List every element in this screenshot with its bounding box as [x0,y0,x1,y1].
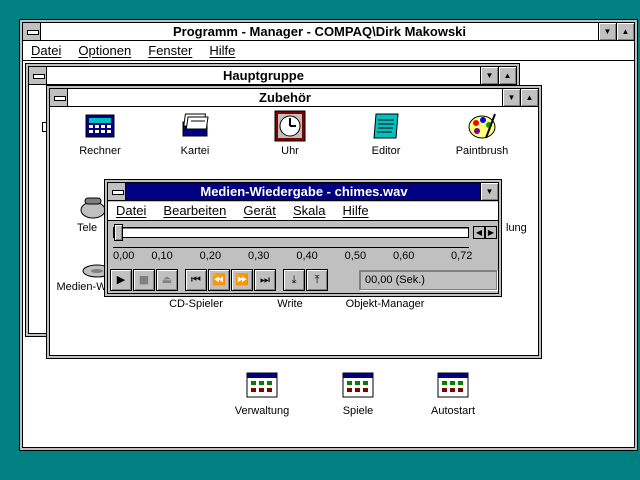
menu-geraet[interactable]: Gerät [235,202,282,218]
scale-tick-label: 0,60 [393,250,415,262]
mark-out-button[interactable]: ⤒ [306,269,328,291]
clock-icon [274,110,306,142]
maximize-button[interactable]: ▲ [520,89,538,106]
media-player-menubar: Datei Bearbeiten Gerät Skala Hilfe [108,202,498,221]
minimize-button[interactable]: ▼ [502,89,520,106]
media-player-window: Medien-Wiedergabe - chimes.wav ▼ Datei B… [104,179,502,297]
scroll-left-button[interactable]: ◀ [473,226,485,239]
program-label: CD-Spieler [169,298,223,310]
group-label: Verwaltung [234,405,290,417]
program-label: Objekt-Manager [345,298,425,310]
system-menu-button[interactable] [29,67,47,84]
menu-fenster[interactable]: Fenster [140,42,198,58]
fast-forward-button[interactable]: ⏩ [231,269,253,291]
program-sound-recorder[interactable]: lung [506,222,527,234]
program-label: Editor [371,145,401,157]
program-paintbrush[interactable]: Paintbrush [427,110,537,157]
program-group-icon [437,370,469,402]
hauptgruppe-titlebar[interactable]: Hauptgruppe ▼ ▲ [29,67,516,85]
status-display: 00,00 (Sek.) [359,270,497,290]
play-button[interactable]: ▶ [110,269,132,291]
system-menu-button[interactable] [50,89,68,106]
scroll-right-button[interactable]: ▶ [485,226,497,239]
eject-button[interactable]: ⏏ [156,269,178,291]
maximize-button[interactable]: ▲ [616,23,634,40]
program-manager-menubar: Datei Optionen Fenster Hilfe [23,42,634,61]
program-group-icon [246,370,278,402]
program-uhr[interactable]: Uhr [235,110,345,157]
group-label: Autostart [430,405,476,417]
menu-datei[interactable]: Datei [108,202,152,218]
program-label: lung [506,222,527,234]
menu-skala[interactable]: Skala [285,202,332,218]
time-scale: 0,00 0,10 0,20 0,30 0,40 0,50 0,60 0,72 [105,250,503,264]
menu-hilfe[interactable]: Hilfe [201,42,241,58]
mark-in-button[interactable]: ⤓ [283,269,305,291]
scale-tick-marks [113,243,469,248]
minimize-button[interactable]: ▼ [480,67,498,84]
prev-mark-button[interactable]: ⏮ [185,269,207,291]
scale-tick-label: 0,20 [199,250,222,262]
program-label: Uhr [281,145,299,157]
menu-hilfe[interactable]: Hilfe [335,202,375,218]
scale-tick-label: 0,30 [248,250,270,262]
scale-tick-label: 0,40 [296,250,318,262]
minimize-button[interactable]: ▼ [598,23,616,40]
window-title: Hauptgruppe [223,68,304,83]
menu-optionen[interactable]: Optionen [70,42,137,58]
program-label: Paintbrush [455,145,509,157]
scale-tick-label: 0,50 [344,250,367,262]
window-title: Medien-Wiedergabe - chimes.wav [200,184,408,199]
program-label: Tele [77,222,98,234]
minimize-button[interactable]: ▼ [480,183,498,200]
system-menu-button[interactable] [23,23,41,40]
program-rechner[interactable]: Rechner [45,110,155,157]
transport-controls: ▶ ■ ⏏ ⏮ ⏪ ⏩ ⏭ ⤓ ⤒ 00,00 (Sek.) [110,268,498,294]
group-spiele[interactable]: Spiele [303,370,413,417]
rewind-button[interactable]: ⏪ [208,269,230,291]
status-text: 00,00 (Sek.) [365,274,425,286]
paintbrush-icon [466,110,498,142]
group-autostart[interactable]: Autostart [398,370,508,417]
program-label: Kartei [180,145,210,157]
program-manager-titlebar[interactable]: Programm - Manager - COMPAQ\Dirk Makowsk… [23,23,634,41]
group-verwaltung[interactable]: Verwaltung [207,370,317,417]
notepad-icon [370,110,402,142]
program-label: Rechner [79,145,121,157]
position-trackbar[interactable] [113,224,469,241]
scale-tick-label: 0,10 [151,250,173,262]
next-mark-button[interactable]: ⏭ [254,269,276,291]
window-title: Programm - Manager - COMPAQ\Dirk Makowsk… [172,24,467,39]
calculator-icon [84,110,116,142]
program-write[interactable]: Write [235,298,345,310]
scale-tick-label: 0,72 [451,250,473,262]
system-menu-button[interactable] [108,183,126,200]
program-group-icon [342,370,374,402]
cardfile-icon [179,110,211,142]
group-label: Spiele [342,405,374,417]
zubehoer-titlebar[interactable]: Zubehör ▼ ▲ [50,89,538,107]
menu-datei[interactable]: Datei [23,42,67,58]
program-kartei[interactable]: Kartei [140,110,250,157]
stop-button[interactable]: ■ [133,269,155,291]
window-title: Zubehör [259,90,311,105]
program-label: Write [277,298,303,310]
maximize-button[interactable]: ▲ [498,67,516,84]
program-editor[interactable]: Editor [331,110,441,157]
menu-bearbeiten[interactable]: Bearbeiten [155,202,232,218]
scale-tick-label: 0,00 [113,250,135,262]
hidden-group-icon-edge [42,122,46,132]
trackbar-thumb[interactable] [114,224,123,241]
media-player-titlebar[interactable]: Medien-Wiedergabe - chimes.wav ▼ [108,183,498,201]
program-object-packager[interactable]: Objekt-Manager [330,298,440,310]
